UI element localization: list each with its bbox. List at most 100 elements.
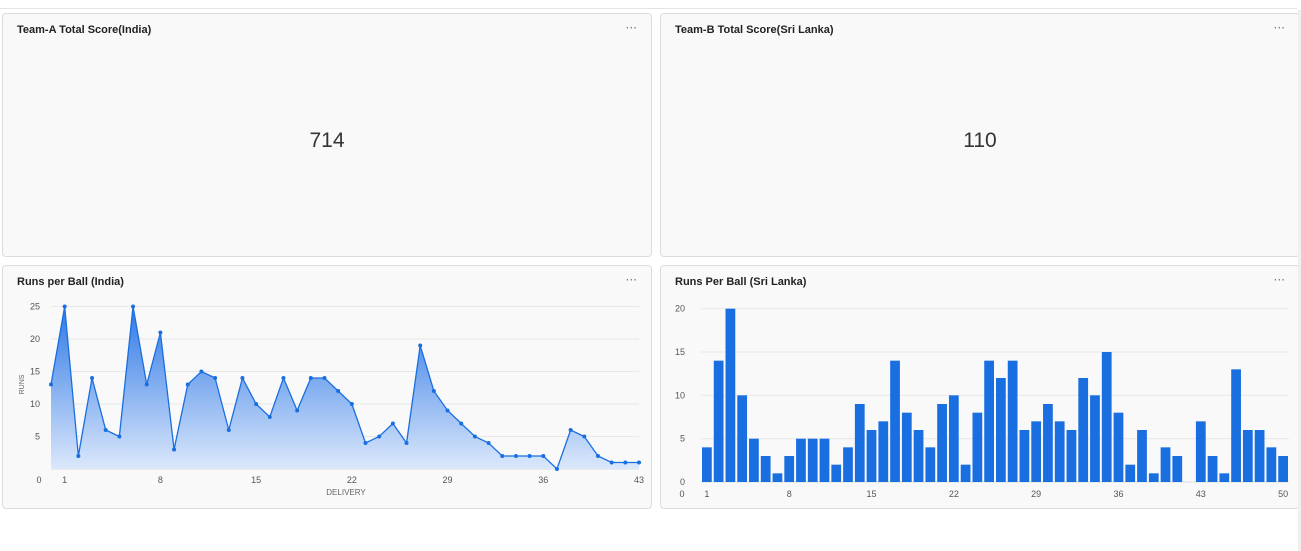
bar <box>760 456 771 482</box>
x-tick-label: 43 <box>634 475 644 485</box>
data-point <box>281 376 286 380</box>
kpi-value: 714 <box>309 129 345 152</box>
data-point <box>404 441 409 445</box>
more-options-icon[interactable]: ··· <box>1274 21 1285 35</box>
bar <box>1172 456 1183 482</box>
bar <box>1137 430 1147 482</box>
bar <box>984 360 994 482</box>
bar <box>948 395 959 482</box>
bar <box>1278 456 1288 482</box>
data-point <box>90 376 95 380</box>
bar <box>725 308 736 482</box>
data-point <box>226 428 231 432</box>
bar <box>1007 360 1018 482</box>
x-tick-label: 36 <box>538 475 548 485</box>
bar <box>1207 456 1218 482</box>
data-point <box>349 402 354 406</box>
x-axis-label: DELIVERY <box>326 488 366 497</box>
srilanka-runs-bar-chart[interactable]: 0 5 10 15 20 0 1 8 15 22 29 36 43 50 <box>661 294 1299 508</box>
bar <box>1242 430 1253 482</box>
x-tick-label: 36 <box>1113 489 1123 499</box>
y-tick-label: 10 <box>675 390 685 400</box>
x-tick-label: 29 <box>1031 489 1041 499</box>
bar <box>772 473 783 482</box>
data-point <box>103 428 108 432</box>
y-tick-label: 20 <box>675 304 685 314</box>
y-axis-label: RUNS <box>19 374 26 394</box>
kpi-card-srilanka: Team-B Total Score(Sri Lanka) ··· 110 <box>660 13 1300 257</box>
bar <box>819 438 830 482</box>
data-point <box>336 389 341 393</box>
bar <box>702 447 712 482</box>
kpi-value: 110 <box>963 129 997 152</box>
data-point <box>213 376 218 380</box>
bar <box>972 412 983 482</box>
data-point <box>459 421 464 426</box>
data-point <box>418 343 423 348</box>
data-point <box>144 382 149 387</box>
bar <box>784 456 795 482</box>
bar <box>913 430 924 482</box>
india-runs-area-chart[interactable]: 5 10 15 20 25 0 1 8 15 22 29 36 43 RUNS DELIVERY <box>3 294 651 508</box>
bar <box>1254 430 1265 482</box>
data-point <box>49 382 53 387</box>
data-point <box>254 402 259 406</box>
bar <box>749 438 759 482</box>
x-tick-label: 43 <box>1196 489 1206 499</box>
data-point <box>637 460 641 465</box>
data-point <box>199 369 204 374</box>
x-tick-label: 0 <box>679 489 684 499</box>
bar <box>831 464 842 482</box>
kpi-card-india: Team-A Total Score(India) ··· 714 <box>2 13 652 257</box>
bar <box>1195 421 1206 482</box>
bar <box>1043 404 1053 482</box>
data-point <box>513 454 518 458</box>
y-tick-label: 0 <box>680 477 685 487</box>
data-point <box>541 454 546 458</box>
x-tick-label: 22 <box>347 475 357 485</box>
bar <box>843 447 853 482</box>
data-point <box>390 421 395 426</box>
bar <box>1078 378 1089 482</box>
data-point <box>117 434 122 439</box>
y-tick-label: 5 <box>680 434 685 444</box>
y-tick-label: 5 <box>35 432 40 442</box>
bar <box>866 430 877 482</box>
bar <box>1125 464 1136 482</box>
x-tick-label: 1 <box>704 489 709 499</box>
bar <box>878 421 889 482</box>
kpi-title: Team-B Total Score(Sri Lanka) <box>675 24 834 36</box>
bar <box>1054 421 1065 482</box>
y-tick-label: 15 <box>675 347 685 357</box>
bar <box>1266 447 1277 482</box>
data-point <box>595 454 600 458</box>
top-divider <box>0 8 1297 9</box>
data-point <box>554 467 559 471</box>
chart-title: Runs per Ball (India) <box>17 276 124 288</box>
y-tick-label: 10 <box>30 399 40 409</box>
data-point <box>445 408 450 413</box>
kpi-title: Team-A Total Score(India) <box>17 24 152 36</box>
bar <box>1113 412 1124 482</box>
bar <box>925 447 936 482</box>
bar <box>713 360 724 482</box>
bar <box>1101 352 1112 482</box>
data-point <box>240 376 245 380</box>
bar <box>807 438 818 482</box>
data-point <box>308 376 313 380</box>
more-options-icon[interactable]: ··· <box>626 21 637 35</box>
data-point <box>62 304 67 309</box>
data-point <box>158 330 163 335</box>
more-options-icon[interactable]: ··· <box>1274 273 1285 287</box>
x-tick-label: 29 <box>443 475 453 485</box>
bar <box>1160 447 1171 482</box>
data-point <box>363 441 368 445</box>
data-point <box>377 434 382 439</box>
data-point <box>623 460 628 465</box>
bar <box>1231 369 1241 482</box>
bar <box>996 378 1006 482</box>
x-tick-label: 15 <box>867 489 877 499</box>
bar <box>901 412 912 482</box>
data-point <box>76 454 81 458</box>
more-options-icon[interactable]: ··· <box>626 273 637 287</box>
